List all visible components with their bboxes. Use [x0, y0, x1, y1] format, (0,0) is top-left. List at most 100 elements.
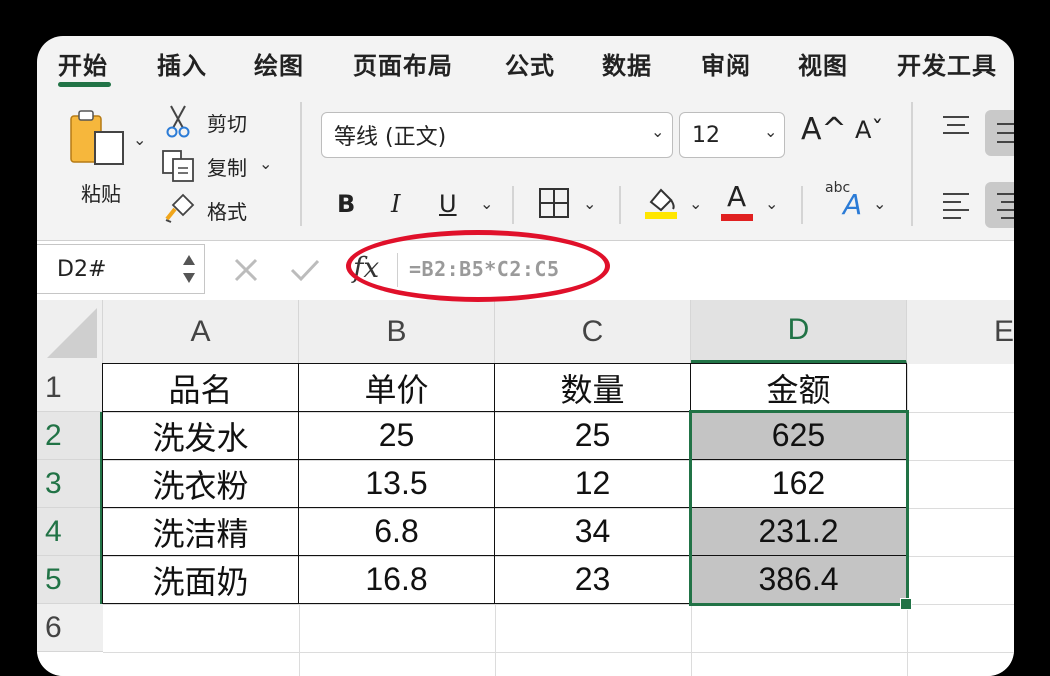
row-header-2[interactable]: 2 — [37, 412, 103, 460]
column-header-b[interactable]: B — [299, 300, 495, 364]
row-header-1[interactable]: 1 — [37, 364, 103, 412]
cell-b2[interactable]: 25 — [298, 411, 495, 460]
font-size-value: 12 — [692, 122, 720, 148]
column-header-c[interactable]: C — [495, 300, 691, 364]
font-color-button[interactable]: A — [719, 180, 755, 222]
grow-font-icon: A^ — [801, 112, 847, 147]
underline-chevron-icon[interactable]: ⌄ — [480, 194, 493, 213]
name-box[interactable]: D2# — [37, 244, 205, 294]
cut-label[interactable]: 剪切 — [207, 108, 247, 137]
format-painter-label[interactable]: 格式 — [207, 196, 247, 225]
format-painter-button[interactable] — [163, 192, 197, 224]
copy-button[interactable] — [161, 149, 197, 183]
font-family-select[interactable]: 等线 (正文) — [321, 112, 673, 158]
cell-d4[interactable]: 231.2 — [690, 507, 907, 556]
tab-view[interactable]: 视图 — [798, 46, 848, 81]
cell-c4[interactable]: 34 — [494, 507, 691, 556]
font-color-chevron-icon[interactable]: ⌄ — [765, 194, 778, 213]
fill-color-button[interactable] — [643, 182, 679, 222]
cancel-formula-button[interactable] — [233, 257, 259, 283]
tab-insert[interactable]: 插入 — [157, 46, 207, 81]
cell-d1[interactable]: 金额 — [690, 363, 907, 412]
cell-c5[interactable]: 23 — [494, 555, 691, 604]
tab-developer[interactable]: 开发工具 — [897, 46, 997, 81]
bold-button[interactable]: B — [337, 190, 355, 218]
cell-a1[interactable]: 品名 — [102, 363, 299, 412]
column-header-e[interactable]: E — [907, 300, 1014, 364]
row-header-4[interactable]: 4 — [37, 508, 103, 556]
column-header-d[interactable]: D — [691, 300, 907, 364]
worksheet-grid[interactable]: A B C D E 1 2 3 4 5 6 品名 单价 数量 金额 洗发水 25… — [37, 298, 1014, 676]
row-header-3[interactable]: 3 — [37, 460, 103, 508]
cell-b1[interactable]: 单价 — [298, 363, 495, 412]
font-family-chevron-icon[interactable]: ⌄ — [651, 122, 664, 141]
cell-a3[interactable]: 洗衣粉 — [102, 459, 299, 508]
ribbon-home: ⌄ 粘贴 剪切 复制 ⌄ 格式 等线 (正文) ⌄ 12 ⌄ A^ Aˇ B I… — [37, 94, 1014, 240]
cell-d3[interactable]: 162 — [690, 459, 907, 508]
text-effects-icon: A — [843, 188, 863, 221]
gridline — [495, 604, 496, 676]
text-effects-button[interactable]: abc A — [825, 180, 867, 224]
underline-button[interactable]: U — [439, 190, 457, 218]
font-color-swatch — [721, 214, 753, 221]
name-box-stepper[interactable] — [181, 249, 197, 289]
cut-button[interactable] — [165, 104, 191, 138]
borders-button[interactable] — [537, 186, 571, 220]
font-color-letter: A — [727, 180, 747, 213]
tab-draw[interactable]: 绘图 — [254, 46, 304, 81]
borders-chevron-icon[interactable]: ⌄ — [583, 194, 596, 213]
tab-formulas[interactable]: 公式 — [505, 46, 555, 81]
italic-button[interactable]: I — [391, 190, 400, 218]
grow-font-button[interactable]: A^ — [801, 112, 847, 147]
annotation-ellipse — [346, 230, 610, 302]
paste-label: 粘贴 — [81, 182, 121, 206]
align-middle-icon — [997, 123, 1014, 143]
enter-formula-button[interactable] — [289, 257, 321, 283]
cell-a2[interactable]: 洗发水 — [102, 411, 299, 460]
align-top-icon — [943, 116, 969, 134]
select-all-triangle-icon — [47, 308, 97, 358]
cell-b4[interactable]: 6.8 — [298, 507, 495, 556]
select-all-corner[interactable] — [37, 300, 103, 364]
text-effects-chevron-icon[interactable]: ⌄ — [873, 194, 886, 213]
up-down-arrows-icon — [183, 255, 195, 283]
cell-a5[interactable]: 洗面奶 — [102, 555, 299, 604]
ribbon-separator — [801, 186, 803, 224]
cell-c1[interactable]: 数量 — [494, 363, 691, 412]
excel-window: 开始 插入 绘图 页面布局 公式 数据 审阅 视图 开发工具 ⌄ 粘贴 剪切 复… — [37, 36, 1014, 676]
tab-review[interactable]: 审阅 — [701, 46, 751, 81]
scissors-icon — [166, 105, 190, 138]
cell-c3[interactable]: 12 — [494, 459, 691, 508]
shrink-font-icon: Aˇ — [855, 116, 884, 144]
tab-home[interactable]: 开始 — [58, 46, 108, 81]
fill-color-chevron-icon[interactable]: ⌄ — [689, 194, 702, 213]
ribbon-separator — [300, 102, 302, 226]
paste-dropdown-chevron-icon[interactable]: ⌄ — [133, 130, 146, 149]
cell-c2[interactable]: 25 — [494, 411, 691, 460]
cell-b5[interactable]: 16.8 — [298, 555, 495, 604]
row-header-6[interactable]: 6 — [37, 604, 103, 652]
tab-page-layout[interactable]: 页面布局 — [353, 46, 453, 81]
tab-data[interactable]: 数据 — [602, 46, 652, 81]
fill-handle[interactable] — [900, 598, 912, 610]
align-left-icon — [943, 193, 969, 219]
font-size-chevron-icon[interactable]: ⌄ — [764, 122, 777, 141]
row-header-5[interactable]: 5 — [37, 556, 103, 604]
align-top-button[interactable] — [941, 114, 971, 136]
align-left-button[interactable] — [941, 190, 971, 220]
cell-d2[interactable]: 625 — [690, 411, 907, 460]
shrink-font-button[interactable]: Aˇ — [855, 116, 883, 144]
paste-icon — [70, 110, 124, 165]
align-center-button[interactable] — [985, 182, 1014, 228]
copy-dropdown-chevron-icon[interactable]: ⌄ — [259, 154, 272, 173]
ribbon-separator — [512, 186, 514, 224]
column-header-a[interactable]: A — [103, 300, 299, 364]
align-middle-button[interactable] — [985, 110, 1014, 156]
cell-d5[interactable]: 386.4 — [690, 555, 907, 604]
cell-a4[interactable]: 洗洁精 — [102, 507, 299, 556]
copy-label[interactable]: 复制 — [207, 152, 247, 181]
ribbon-tabs: 开始 插入 绘图 页面布局 公式 数据 审阅 视图 开发工具 — [37, 36, 1014, 94]
cell-b3[interactable]: 13.5 — [298, 459, 495, 508]
gridline — [299, 604, 300, 676]
paste-button[interactable] — [67, 108, 129, 172]
